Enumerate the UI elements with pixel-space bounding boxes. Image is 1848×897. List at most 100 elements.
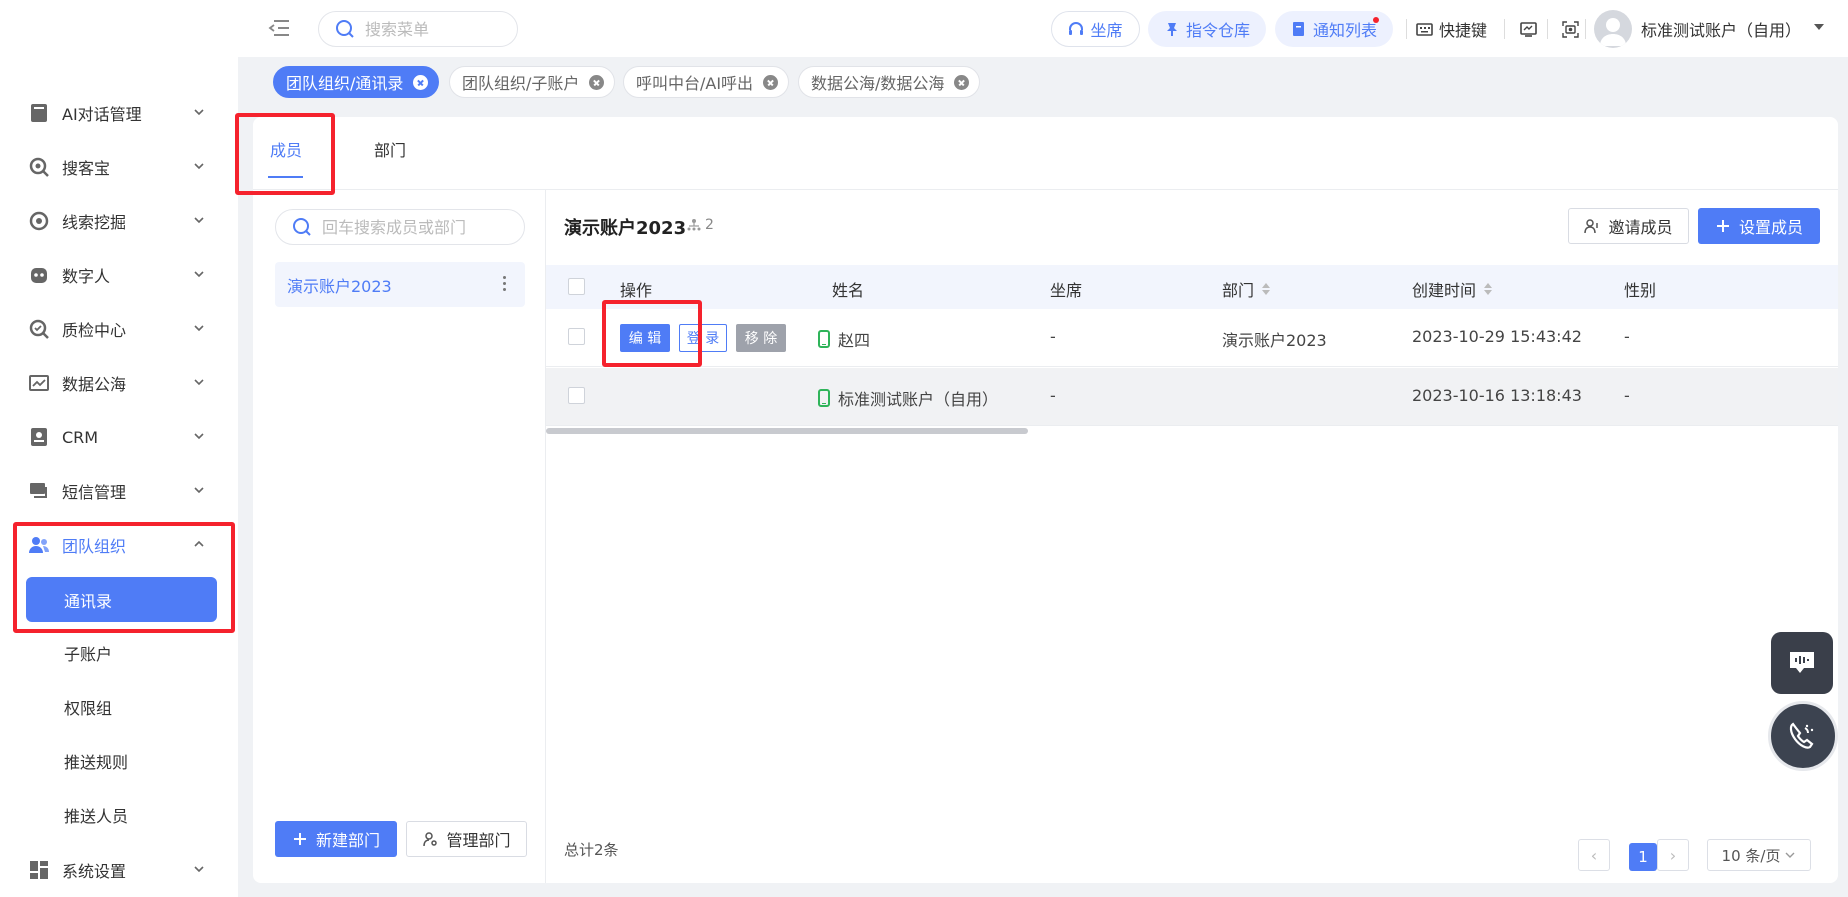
column-header-department[interactable]: 部门: [1222, 277, 1271, 301]
dept-search-input[interactable]: [322, 217, 512, 237]
sidebar-item-ai-dialog[interactable]: AI对话管理: [0, 86, 238, 140]
shortcut-button[interactable]: 快捷键: [1416, 18, 1487, 40]
department-cell: 演示账户2023: [1222, 331, 1327, 350]
screenshot-button[interactable]: [1562, 18, 1585, 40]
plus-icon: [1716, 220, 1729, 232]
horizontal-scrollbar[interactable]: [546, 428, 1028, 434]
command-repo-button[interactable]: 指令仓库: [1148, 11, 1266, 47]
menu-search-box[interactable]: [318, 11, 518, 47]
sidebar-subitem-push-personnel[interactable]: 推送人员: [0, 790, 238, 840]
menu-collapse-icon[interactable]: [268, 18, 290, 38]
target-icon: [28, 210, 50, 232]
org-tree-icon: [687, 219, 701, 231]
header-divider: [1406, 19, 1407, 39]
sidebar: AI对话管理 搜客宝 线索挖掘 数字人 质检中心 数据公海 CRM 短信管理 团: [0, 0, 238, 897]
dept-tree-item[interactable]: 演示账户2023: [275, 262, 525, 307]
row-checkbox[interactable]: [568, 387, 585, 404]
header-divider: [1504, 19, 1505, 39]
remove-button[interactable]: 移 除: [736, 324, 786, 352]
sidebar-item-quality-center[interactable]: 质检中心: [0, 302, 238, 356]
close-icon[interactable]: [763, 74, 779, 90]
tab-members[interactable]: 成员: [270, 137, 302, 161]
sidebar-item-system-settings[interactable]: 系统设置: [0, 843, 238, 897]
caret-down-icon[interactable]: [1814, 24, 1824, 30]
chevron-down-icon: [1785, 852, 1795, 858]
invite-member-label: 邀请成员: [1608, 218, 1673, 237]
more-vertical-icon[interactable]: [503, 276, 507, 292]
floating-call-button[interactable]: [1768, 701, 1838, 771]
sidebar-subitem-subaccount[interactable]: 子账户: [0, 628, 238, 678]
page-tab-ai-outbound[interactable]: 呼叫中台/AI呼出: [623, 66, 790, 98]
notification-list-button[interactable]: 通知列表: [1275, 11, 1393, 47]
page-tab-label: 数据公海/数据公海: [811, 74, 945, 93]
avatar[interactable]: [1594, 10, 1632, 48]
member-count-value: 2: [705, 217, 714, 233]
next-page-button[interactable]: ›: [1657, 839, 1689, 871]
dept-search-box[interactable]: [275, 209, 525, 245]
chevron-down-icon: [194, 866, 204, 873]
mobile-phone-icon: [818, 330, 830, 348]
page-number-button[interactable]: 1: [1629, 843, 1657, 871]
tab-departments[interactable]: 部门: [374, 137, 406, 161]
close-icon[interactable]: [413, 74, 429, 90]
page-tab-label: 团队组织/通讯录: [286, 74, 404, 93]
sidebar-item-label: 团队组织: [62, 537, 127, 556]
sidebar-item-digital-human[interactable]: 数字人: [0, 248, 238, 302]
row-checkbox[interactable]: [568, 328, 585, 345]
search-icon: [336, 20, 354, 38]
page-tab-label: 呼叫中台/AI呼出: [636, 74, 754, 93]
sidebar-item-label: 系统设置: [62, 862, 127, 881]
member-name: 赵四: [838, 331, 871, 350]
column-header-actions: 操作: [620, 281, 653, 300]
manage-department-button[interactable]: 管理部门: [406, 821, 527, 857]
name-cell: 标准测试账户（自用）: [818, 386, 998, 410]
sidebar-item-lead-mining[interactable]: 线索挖掘: [0, 194, 238, 248]
sort-icon[interactable]: [1262, 283, 1271, 295]
sidebar-item-data-sea[interactable]: 数据公海: [0, 356, 238, 410]
sidebar-item-label: AI对话管理: [62, 105, 142, 124]
column-header-name: 姓名: [832, 281, 865, 300]
seat-button[interactable]: 坐席: [1051, 11, 1140, 47]
user-settings-icon: [423, 832, 438, 847]
user-name[interactable]: 标准测试账户（自用）: [1641, 17, 1801, 41]
voice-message-icon: [1790, 652, 1814, 673]
sidebar-item-sms[interactable]: 短信管理: [0, 464, 238, 518]
chevron-up-icon: [194, 540, 204, 547]
sidebar-item-crm[interactable]: CRM: [0, 410, 238, 464]
header-divider: [1585, 19, 1586, 39]
page-tab-subaccount[interactable]: 团队组织/子账户: [449, 66, 616, 98]
column-header-created[interactable]: 创建时间: [1412, 277, 1493, 301]
page-tab-data-sea[interactable]: 数据公海/数据公海: [798, 66, 981, 98]
notification-dot: [1373, 17, 1379, 23]
sidebar-subitem-permission-group[interactable]: 权限组: [0, 682, 238, 732]
close-icon[interactable]: [589, 74, 605, 90]
divider: [253, 189, 1838, 190]
chevron-down-icon: [194, 325, 204, 332]
sidebar-subitem-push-rules[interactable]: 推送规则: [0, 736, 238, 786]
new-department-button[interactable]: 新建部门: [275, 821, 397, 857]
page-size-select[interactable]: 10 条/页: [1707, 839, 1811, 871]
select-all-checkbox[interactable]: [568, 278, 585, 295]
floating-chat-button[interactable]: [1771, 632, 1833, 694]
sort-icon[interactable]: [1484, 283, 1493, 295]
sidebar-subitem-contacts[interactable]: 通讯录: [26, 577, 217, 622]
keyboard-icon: [1416, 22, 1433, 36]
member-name: 标准测试账户（自用）: [838, 390, 999, 409]
table-header: 操作 姓名 坐席 部门 创建时间 性别: [546, 265, 1838, 309]
monitor-button[interactable]: [1520, 18, 1543, 40]
edit-button[interactable]: 编 辑: [620, 324, 670, 352]
login-button[interactable]: 登 录: [679, 324, 727, 352]
set-member-button[interactable]: 设置成员: [1698, 208, 1820, 244]
prev-page-button[interactable]: ‹: [1578, 839, 1610, 871]
sidebar-item-soukebao[interactable]: 搜客宝: [0, 140, 238, 194]
sidebar-item-team[interactable]: 团队组织: [0, 518, 238, 572]
sidebar-item-label: CRM: [62, 427, 99, 447]
menu-search-input[interactable]: [365, 19, 505, 39]
plus-icon: [293, 833, 306, 845]
page-tab-contacts[interactable]: 团队组织/通讯录: [273, 66, 440, 98]
top-header: 坐席 指令仓库 通知列表 快捷键 标准测试账户（自用）: [238, 0, 1848, 57]
chevron-down-icon: [194, 163, 204, 170]
invite-member-button[interactable]: 邀请成员: [1568, 208, 1689, 244]
team-icon: [28, 534, 50, 556]
close-icon[interactable]: [954, 74, 970, 90]
